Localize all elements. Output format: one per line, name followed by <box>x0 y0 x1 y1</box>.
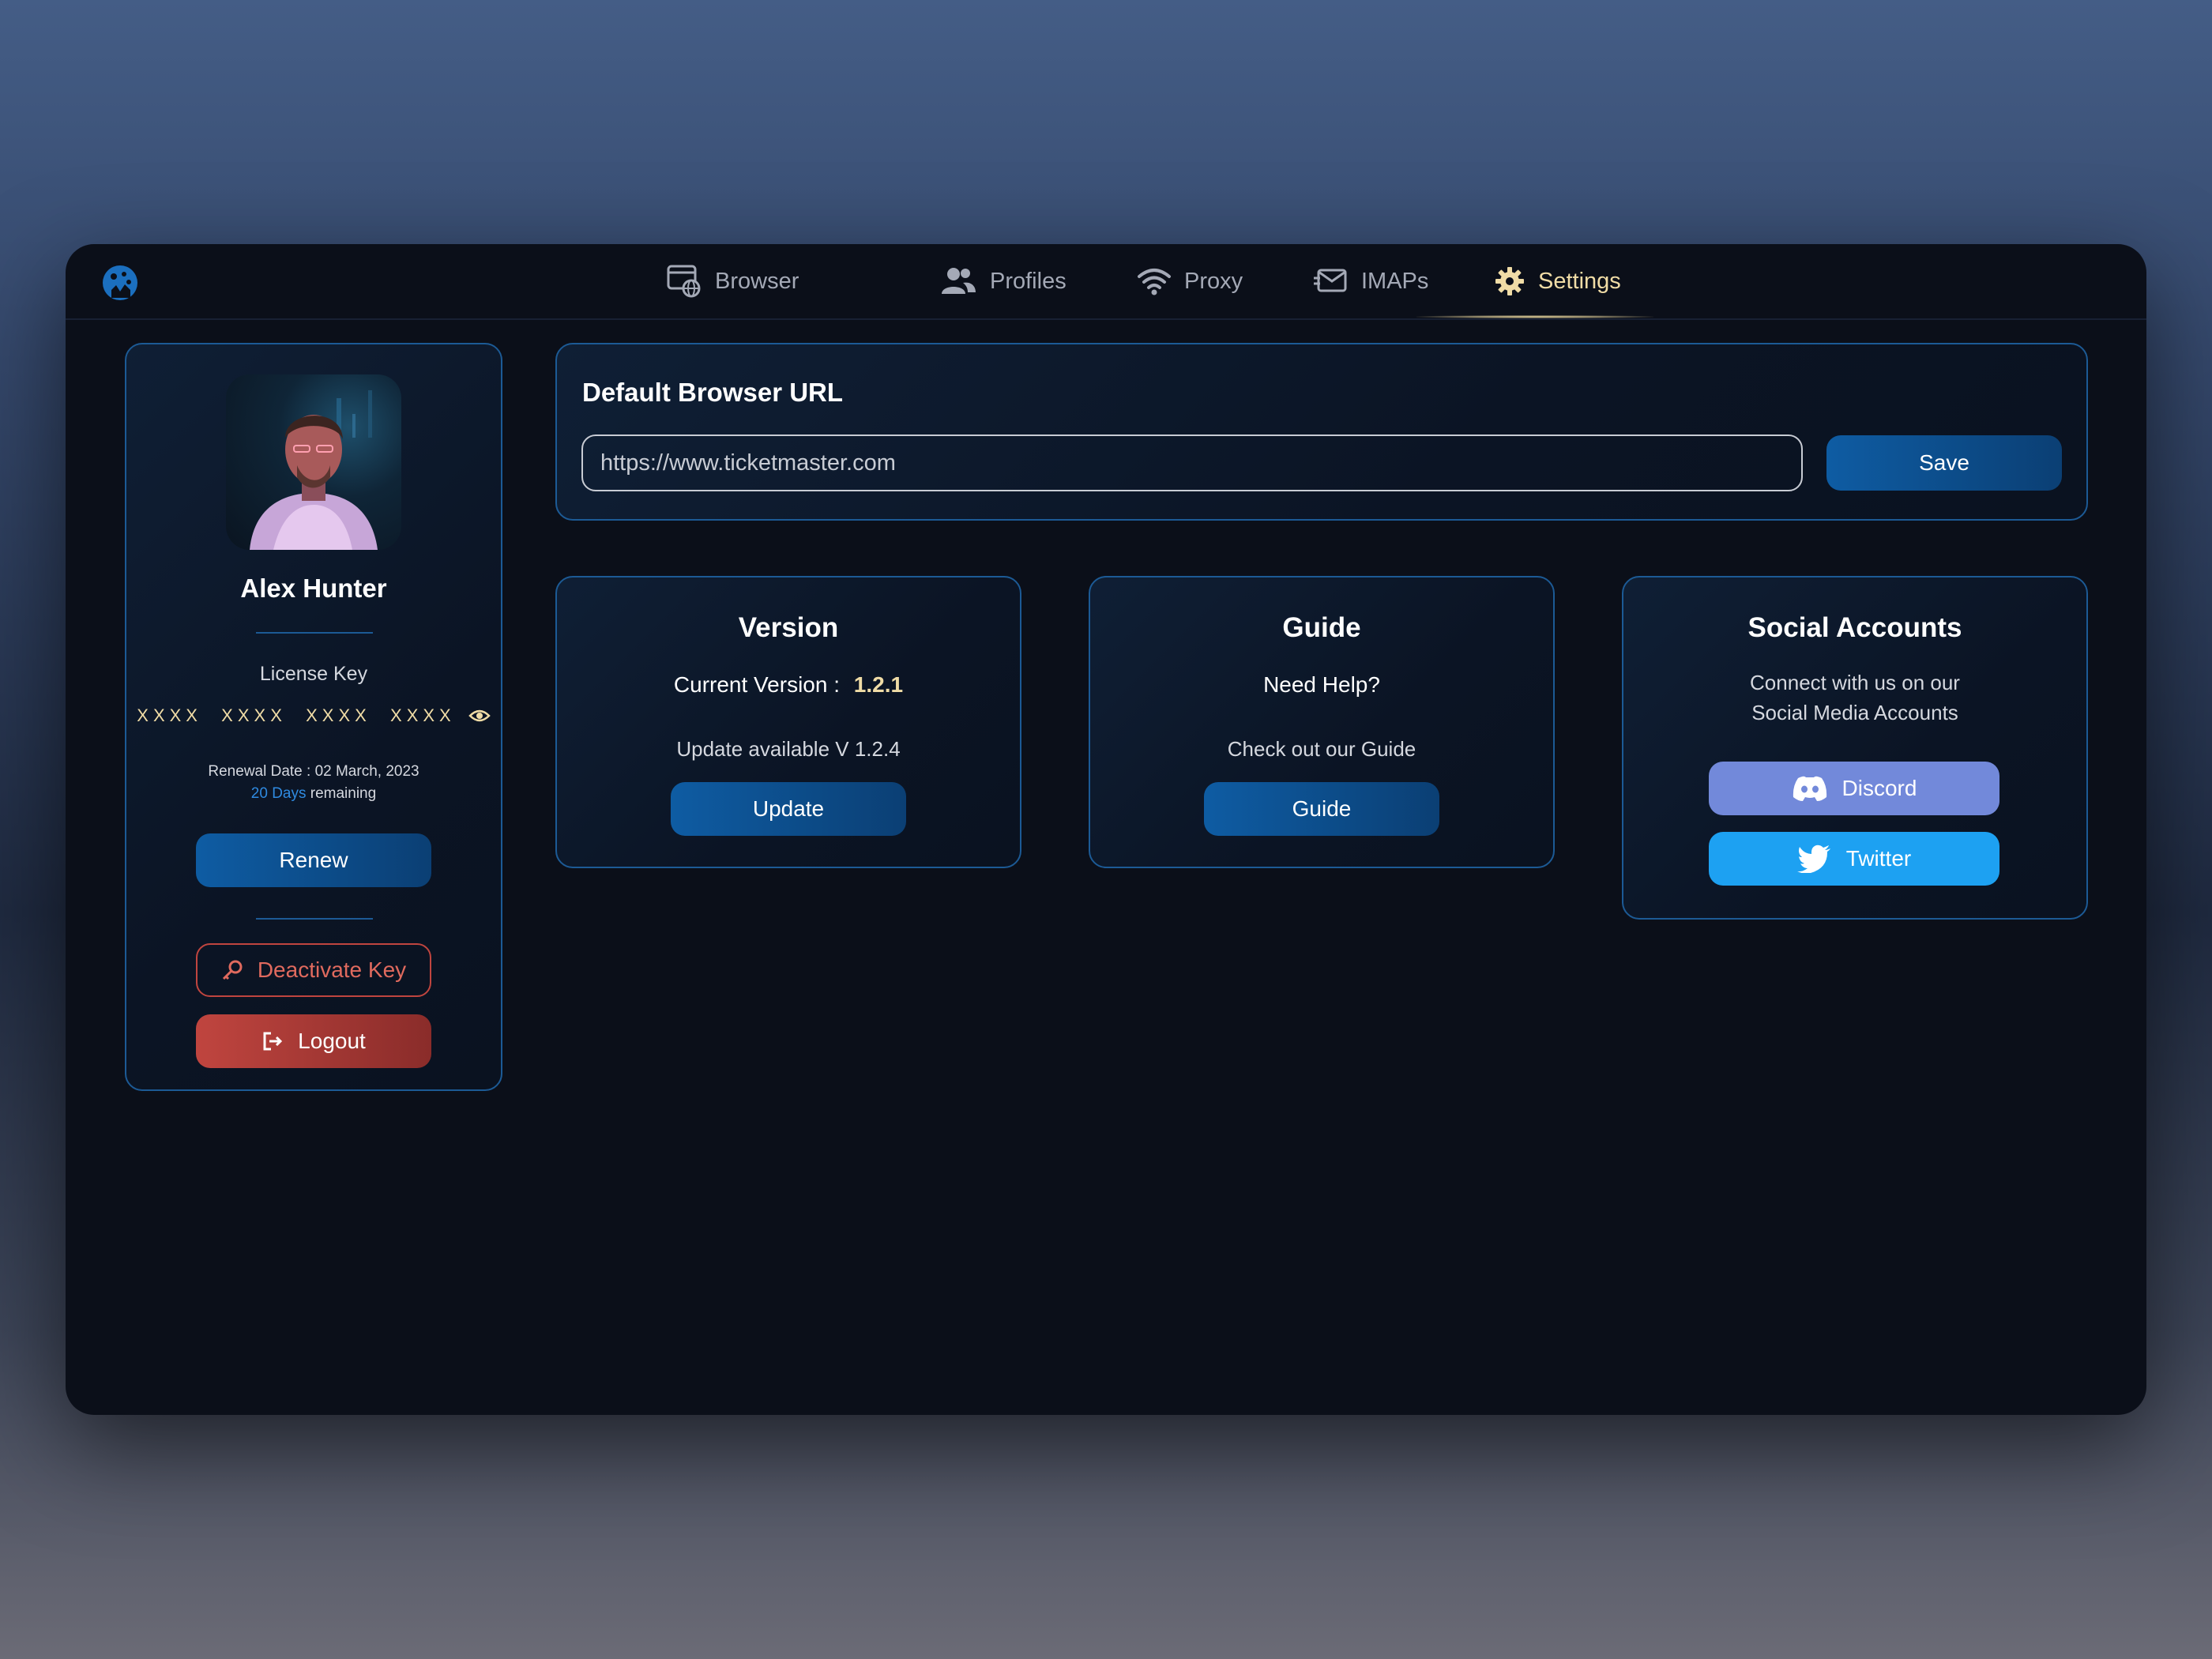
days-remaining-suffix: remaining <box>306 785 377 802</box>
twitter-icon <box>1796 845 1830 873</box>
social-accounts-title: Social Accounts <box>1747 612 1962 643</box>
save-button[interactable]: Save <box>1826 435 2062 491</box>
logout-label: Logout <box>298 1029 366 1053</box>
avatar <box>226 374 401 550</box>
update-button[interactable]: Update <box>671 782 906 836</box>
app-window: Browser Profiles Proxy IMAPs Settings Al… <box>66 244 2146 1415</box>
guide-subtitle: Need Help? <box>1263 672 1380 697</box>
logout-button[interactable]: Logout <box>196 1014 431 1068</box>
browser-globe-icon <box>667 265 701 298</box>
version-card: Version Current Version : 1.2.1 Update a… <box>555 576 1021 868</box>
divider <box>256 632 373 634</box>
discord-icon <box>1793 776 1826 801</box>
wifi-icon <box>1138 269 1171 295</box>
guide-card: Guide Need Help? Check out our Guide Gui… <box>1089 576 1555 868</box>
license-key-row: XXXX XXXX XXXX XXXX <box>126 705 501 726</box>
mail-check-icon <box>1314 269 1347 292</box>
nav-tab-imaps[interactable]: IMAPs <box>1314 244 1428 318</box>
active-tab-indicator <box>1416 315 1653 318</box>
nav-tab-label: Browser <box>715 268 799 294</box>
key-icon <box>222 960 243 980</box>
update-available-text: Update available V 1.2.4 <box>676 737 901 761</box>
logout-icon <box>263 1032 283 1051</box>
users-icon <box>942 268 976 294</box>
deactivate-key-button[interactable]: Deactivate Key <box>196 943 431 997</box>
browser-url-input[interactable] <box>581 434 1803 491</box>
nav-tab-label: IMAPs <box>1361 268 1429 294</box>
days-remaining-count: 20 Days <box>250 785 307 802</box>
profile-name: Alex Hunter <box>240 574 387 603</box>
twitter-label: Twitter <box>1845 846 1912 871</box>
current-version-value: 1.2.1 <box>853 672 904 697</box>
nav-tab-label: Proxy <box>1184 268 1243 294</box>
nav-tab-label: Profiles <box>990 268 1066 294</box>
nav-tab-proxy[interactable]: Proxy <box>1137 244 1243 318</box>
license-key-label: License Key <box>259 663 368 685</box>
gear-icon <box>1495 267 1524 295</box>
license-key-value: XXXX XXXX XXXX XXXX <box>137 705 456 725</box>
current-version-row: Current Version : 1.2.1 <box>557 672 1020 698</box>
nav-tab-browser[interactable]: Browser <box>666 244 799 318</box>
deactivate-key-label: Deactivate Key <box>257 957 407 982</box>
renewal-date: Renewal Date : 02 March, 2023 <box>208 763 419 780</box>
version-title: Version <box>738 612 839 643</box>
social-text-line2: Social Media Accounts <box>1751 701 1958 724</box>
renew-button[interactable]: Renew <box>196 833 431 887</box>
social-accounts-card: Social Accounts Connect with us on our S… <box>1622 576 2088 920</box>
guide-button[interactable]: Guide <box>1204 782 1439 836</box>
social-text-line1: Connect with us on our <box>1750 671 1960 694</box>
nav-tab-profiles[interactable]: Profiles <box>939 244 1066 318</box>
top-nav-bar: Browser Profiles Proxy IMAPs Settings <box>66 244 2146 320</box>
current-version-label: Current Version : <box>673 672 841 697</box>
divider <box>256 918 373 920</box>
guide-title: Guide <box>1282 612 1361 643</box>
guide-text: Check out our Guide <box>1227 737 1416 761</box>
nav-tab-label: Settings <box>1538 268 1621 294</box>
app-logo-icon[interactable] <box>100 263 140 303</box>
default-browser-url-title: Default Browser URL <box>582 378 844 407</box>
discord-button[interactable]: Discord <box>1709 762 1999 815</box>
days-remaining: 20 Days remaining <box>126 785 501 803</box>
profile-card: Alex Hunter License Key XXXX XXXX XXXX X… <box>125 343 502 1091</box>
eye-icon[interactable] <box>468 708 491 724</box>
nav-tab-settings[interactable]: Settings <box>1494 244 1621 318</box>
twitter-button[interactable]: Twitter <box>1709 832 1999 886</box>
discord-label: Discord <box>1841 776 1917 800</box>
default-browser-url-card: Default Browser URL Save <box>555 343 2088 521</box>
